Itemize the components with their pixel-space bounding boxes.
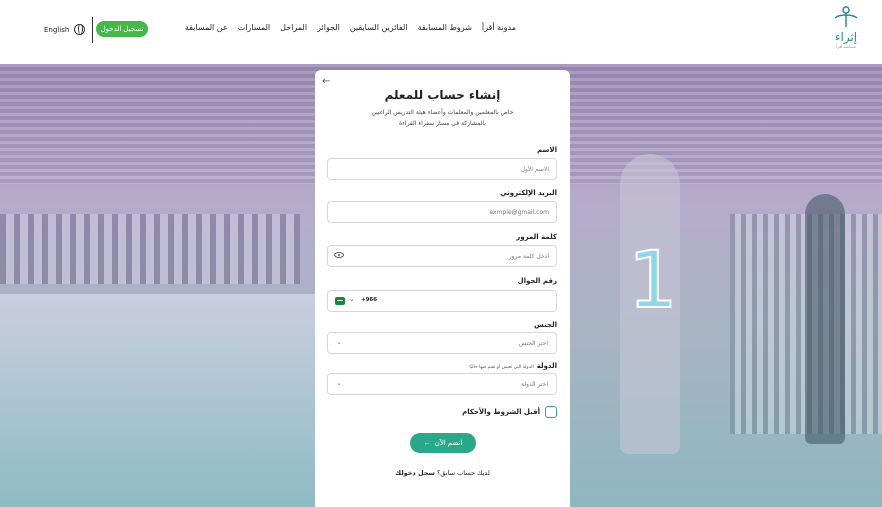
gender-label: الجنس [534,321,557,329]
saudi-flag-icon[interactable] [335,297,345,305]
terms-checkbox[interactable] [545,406,557,418]
main-nav: عن المسابقة المسارات المراحل الجوائز الف… [185,23,516,32]
language-switcher[interactable]: English [44,24,86,35]
language-label: English [44,25,70,34]
gender-select[interactable]: اختر الجنس ⌄ [327,332,557,354]
password-input[interactable] [327,245,557,267]
nav-item-prizes[interactable]: الجوائز [317,23,340,32]
nav-item-terms[interactable]: شروط المسابقة [418,23,472,32]
overlay-number: 1 [627,236,679,326]
nav-item-past-winners[interactable]: الفائزين السابقين [350,23,408,32]
logo-text: إثراء [834,30,858,44]
country-select[interactable]: اختر الدولة ⌄ [327,373,557,395]
name-label: الاسم [537,146,557,154]
chevron-down-icon[interactable]: ⌄ [349,295,355,303]
logo-subtext: مسابقة أقرأ [836,44,856,49]
country-label: الدولةالدولة التي تعيش أو تقيم فيها حالي… [469,362,557,370]
nav-item-blog[interactable]: مدونة أقرأ [482,23,516,32]
globe-icon [74,24,86,35]
gender-placeholder: اختر الجنس [518,340,548,347]
chevron-down-icon: ⌄ [336,338,342,346]
country-placeholder: اختر الدولة [521,381,548,388]
have-account-text: لديك حساب سابق؟ [436,469,490,477]
person-silhouette [805,194,845,444]
divider [92,17,93,43]
eye-icon[interactable] [334,252,344,258]
email-input[interactable] [327,201,557,223]
bookshelf-left [0,214,300,284]
arrow-left-icon: ← [423,439,431,447]
back-arrow-icon[interactable]: ← [322,76,330,87]
form-description: خاص بالمعلمين والمعلمات وأعضاء هيئة التد… [371,109,514,127]
password-label: كلمة المرور [516,233,557,241]
terms-row[interactable]: أقبل الشروط والأحكام [462,406,557,418]
login-button[interactable]: تسجيل الدخول [96,21,148,37]
login-link[interactable]: سجل دخولك [395,469,435,477]
phone-country-code: +966 [361,297,378,303]
join-now-label: انضم الآن [434,440,463,447]
nav-item-tracks[interactable]: المسارات [238,23,270,32]
logo-mark-icon [834,6,858,27]
top-header: English تسجيل الدخول عن المسابقة المسارا… [0,0,882,64]
ithra-logo[interactable]: إثراء مسابقة أقرأ [822,6,870,60]
email-label: البريد الإلكتروني [500,189,557,197]
country-hint: الدولة التي تعيش أو تقيم فيها حاليًا [469,365,534,370]
name-input[interactable] [327,158,557,180]
phone-input[interactable]: ⌄ +966 [327,290,557,312]
nav-item-stages[interactable]: المراحل [280,23,307,32]
form-title: إنشاء حساب للمعلم [384,88,501,102]
floor-area [0,294,320,507]
phone-label: رقم الجوال [517,277,557,285]
join-now-button[interactable]: انضم الآن ← [410,433,476,453]
chevron-down-icon: ⌄ [336,379,342,387]
terms-label: أقبل الشروط والأحكام [462,408,540,416]
nav-item-about[interactable]: عن المسابقة [185,23,228,32]
signup-form-card: ← إنشاء حساب للمعلم خاص بالمعلمين والمعل… [315,70,570,507]
login-prompt: لديك حساب سابق؟ سجل دخولك [315,469,570,477]
